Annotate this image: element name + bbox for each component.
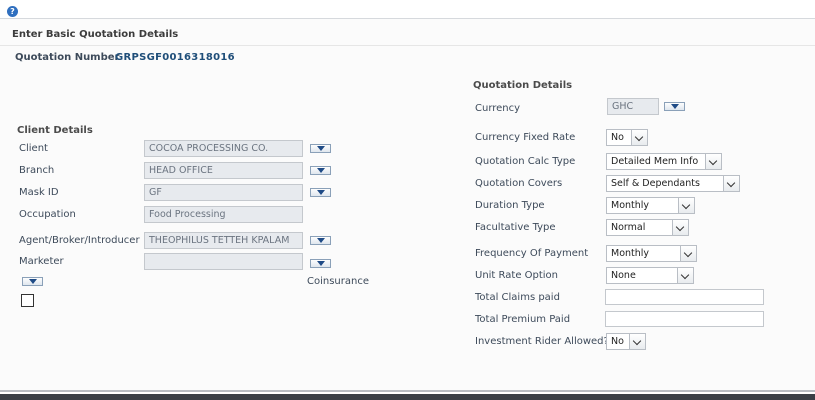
chevron-down-icon[interactable]: [672, 220, 688, 235]
calc-type-select[interactable]: Detailed Mem Info: [606, 153, 722, 170]
top-toolbar: ?: [0, 0, 815, 18]
client-lov-icon[interactable]: [310, 144, 331, 153]
currency-lov-icon[interactable]: [664, 102, 685, 111]
page-title: Enter Basic Quotation Details: [12, 29, 179, 40]
total-premium-input[interactable]: [605, 311, 764, 327]
calc-type-value: Detailed Mem Info: [611, 156, 699, 167]
coinsurance-checkbox[interactable]: [21, 294, 34, 307]
currency-fixed-rate-value: No: [611, 132, 624, 143]
covers-select[interactable]: Self & Dependants: [606, 175, 740, 192]
coinsurance-label: Coinsurance: [307, 276, 369, 287]
unit-rate-value: None: [611, 270, 636, 281]
quotation-number-value: GRPSGF0016318016: [115, 52, 235, 63]
total-claims-input[interactable]: [605, 289, 764, 305]
coinsurance-lov-icon[interactable]: [22, 277, 43, 286]
investment-rider-select[interactable]: No: [606, 333, 646, 350]
agent-field[interactable]: THEOPHILUS TETTEH KPALAM: [144, 232, 303, 249]
total-premium-label: Total Premium Paid: [475, 314, 571, 325]
branch-lov-icon[interactable]: [310, 166, 331, 175]
branch-label: Branch: [19, 165, 55, 176]
chevron-down-icon[interactable]: [677, 268, 693, 283]
mask-id-field[interactable]: GF: [144, 184, 303, 201]
currency-field[interactable]: GHC: [607, 98, 659, 115]
facultative-type-select[interactable]: Normal: [606, 219, 689, 236]
agent-lov-icon[interactable]: [310, 236, 331, 245]
unit-rate-label: Unit Rate Option: [475, 270, 559, 281]
duration-type-value: Monthly: [611, 200, 650, 211]
quotation-details-title: Quotation Details: [473, 80, 573, 91]
help-icon[interactable]: ?: [7, 6, 18, 17]
marketer-label: Marketer: [19, 256, 64, 267]
client-field[interactable]: COCOA PROCESSING CO.: [144, 140, 303, 157]
investment-rider-value: No: [611, 336, 624, 347]
marketer-field[interactable]: [144, 253, 303, 270]
duration-type-select[interactable]: Monthly: [606, 197, 695, 214]
covers-value: Self & Dependants: [611, 178, 700, 189]
covers-label: Quotation Covers: [475, 178, 563, 189]
chevron-down-icon[interactable]: [631, 130, 647, 145]
frequency-select[interactable]: Monthly: [606, 245, 697, 262]
unit-rate-select[interactable]: None: [606, 267, 694, 284]
occupation-label: Occupation: [19, 209, 76, 220]
chevron-down-icon[interactable]: [678, 198, 694, 213]
chevron-down-icon[interactable]: [723, 176, 739, 191]
occupation-field: Food Processing: [144, 206, 303, 223]
chevron-down-icon[interactable]: [629, 334, 645, 349]
marketer-lov-icon[interactable]: [310, 259, 331, 268]
total-claims-label: Total Claims paid: [475, 292, 560, 303]
agent-label: Agent/Broker/Introducer: [19, 235, 140, 246]
bottom-bar: [0, 394, 815, 400]
mask-id-label: Mask ID: [19, 187, 59, 198]
facultative-type-label: Facultative Type: [475, 222, 556, 233]
chevron-down-icon[interactable]: [705, 154, 721, 169]
frequency-label: Frequency Of Payment: [475, 248, 589, 259]
mask-id-lov-icon[interactable]: [310, 188, 331, 197]
currency-label: Currency: [475, 103, 521, 114]
client-details-title: Client Details: [17, 125, 93, 136]
duration-type-label: Duration Type: [475, 200, 545, 211]
frequency-value: Monthly: [611, 248, 650, 259]
branch-field[interactable]: HEAD OFFICE: [144, 162, 303, 179]
client-label: Client: [19, 143, 48, 154]
currency-fixed-rate-label: Currency Fixed Rate: [475, 132, 576, 143]
chevron-down-icon[interactable]: [680, 246, 696, 261]
currency-fixed-rate-select[interactable]: No: [606, 129, 648, 146]
calc-type-label: Quotation Calc Type: [475, 156, 576, 167]
investment-rider-label: Investment Rider Allowed?: [475, 336, 609, 347]
facultative-type-value: Normal: [611, 222, 646, 233]
panel-header: Enter Basic Quotation Details: [0, 19, 815, 46]
quotation-number-label: Quotation Number: [15, 52, 120, 63]
